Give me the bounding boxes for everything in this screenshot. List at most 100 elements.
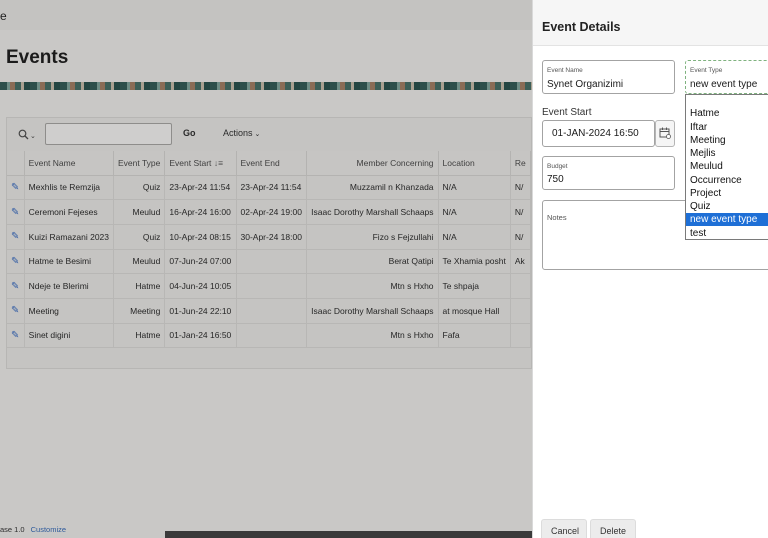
go-button[interactable]: Go bbox=[183, 128, 196, 138]
table-cell: Mtn s Hxho bbox=[306, 323, 439, 349]
column-header[interactable]: Event Name bbox=[24, 151, 115, 176]
table-cell: Quiz bbox=[113, 175, 166, 201]
table-cell bbox=[236, 298, 308, 324]
edit-icon: ✎ bbox=[11, 305, 20, 317]
table-cell: 30-Apr-24 18:00 bbox=[236, 224, 308, 250]
notes-label: Notes bbox=[547, 213, 567, 222]
app-header: e bbox=[0, 0, 532, 30]
table-cell bbox=[510, 273, 532, 299]
table-cell: Te Xhamia posht bbox=[438, 249, 511, 275]
table-cell: 23-Apr-24 11:54 bbox=[236, 175, 308, 201]
app-footer: ase 1.0 Customize bbox=[0, 525, 66, 534]
table-cell: N/ bbox=[510, 224, 532, 250]
column-header[interactable]: Member Concerning bbox=[306, 151, 439, 176]
table-cell: Meulud bbox=[113, 199, 166, 225]
sort-desc-icon: ↓≡ bbox=[213, 157, 224, 168]
column-header[interactable]: Location bbox=[438, 151, 511, 176]
table-cell: 01-Jun-24 22:10 bbox=[164, 298, 237, 324]
calendar-icon bbox=[659, 127, 671, 139]
column-header[interactable]: Event Type bbox=[113, 151, 166, 176]
event-start-input[interactable]: 01-JAN-2024 16:50 bbox=[542, 120, 655, 147]
table-cell: Isaac Dorothy Marshall Schaaps bbox=[306, 298, 439, 324]
table-cell: N/ bbox=[510, 199, 532, 225]
dropdown-option[interactable]: Occurrence bbox=[686, 174, 768, 187]
table-cell: Fizo s Fejzullahi bbox=[306, 224, 439, 250]
dropdown-option[interactable]: Mejlis bbox=[686, 147, 768, 160]
event-type-select[interactable]: Event Type new event type bbox=[685, 60, 768, 94]
event-type-label: Event Type bbox=[690, 67, 723, 74]
delete-button[interactable]: Delete bbox=[590, 519, 636, 538]
table-cell: N/A bbox=[438, 199, 511, 225]
edit-link[interactable]: ✎ bbox=[7, 273, 25, 299]
table-cell: Hatme bbox=[113, 273, 166, 299]
dropdown-option-selected[interactable]: new event type bbox=[686, 213, 768, 226]
dropdown-option[interactable]: Project bbox=[686, 187, 768, 200]
edit-link[interactable]: ✎ bbox=[7, 249, 25, 275]
dialog-title: Event Details bbox=[542, 20, 621, 34]
dropdown-option[interactable]: Meeting bbox=[686, 134, 768, 147]
table-cell bbox=[236, 249, 308, 275]
edit-icon: ✎ bbox=[11, 181, 20, 193]
budget-value: 750 bbox=[547, 174, 564, 185]
edit-link[interactable]: ✎ bbox=[7, 298, 25, 324]
dropdown-option[interactable]: Meulud bbox=[686, 160, 768, 173]
table-cell: Mtn s Hxho bbox=[306, 273, 439, 299]
report-toolbar: ⌄ Go Actions ⌄ bbox=[7, 118, 532, 150]
events-report: ⌄ Go Actions ⌄ Event Name Event Type Even… bbox=[6, 117, 532, 369]
table-row: ✎ Ceremoni Fejeses Meulud 16-Apr-24 16:0… bbox=[7, 199, 532, 225]
table-cell: Muzzamil n Khanzada bbox=[306, 175, 439, 201]
event-name-field[interactable]: Event Name Synet Organizimi bbox=[542, 60, 675, 94]
table-cell: Hatme te Besimi bbox=[24, 249, 115, 275]
event-details-dialog: Event Details Event Name Synet Organizim… bbox=[532, 0, 768, 538]
dropdown-option[interactable]: Quiz bbox=[686, 200, 768, 213]
table-cell: N/A bbox=[438, 175, 511, 201]
table-cell bbox=[236, 273, 308, 299]
dropdown-option[interactable]: test bbox=[686, 227, 768, 240]
table-cell: 01-Jan-24 16:50 bbox=[164, 323, 237, 349]
table-row: ✎ Ndeje te Blerimi Hatme 04-Jun-24 10:05… bbox=[7, 273, 532, 299]
column-header[interactable]: Re bbox=[510, 151, 532, 176]
table-cell: 07-Jun-24 07:00 bbox=[164, 249, 237, 275]
actions-menu-button[interactable]: Actions ⌄ bbox=[223, 128, 260, 138]
edit-link[interactable]: ✎ bbox=[7, 175, 25, 201]
table-cell: 23-Apr-24 11:54 bbox=[164, 175, 237, 201]
column-header[interactable]: Event End bbox=[236, 151, 308, 176]
table-cell: Meulud bbox=[113, 249, 166, 275]
chevron-down-icon: ⌄ bbox=[30, 133, 36, 140]
table-cell: Berat Qatipi bbox=[306, 249, 439, 275]
budget-label: Budget bbox=[547, 163, 568, 170]
search-column-menu[interactable]: ⌄ bbox=[18, 127, 36, 141]
table-cell: 02-Apr-24 19:00 bbox=[236, 199, 308, 225]
edit-icon: ✎ bbox=[11, 280, 20, 292]
version-label: ase 1.0 bbox=[0, 525, 25, 534]
budget-field[interactable]: Budget 750 bbox=[542, 156, 675, 190]
table-cell: Ceremoni Fejeses bbox=[24, 199, 115, 225]
search-input[interactable] bbox=[45, 123, 172, 145]
edit-link[interactable]: ✎ bbox=[7, 199, 25, 225]
table-row: ✎ Sinet digini Hatme 01-Jan-24 16:50 Mtn… bbox=[7, 323, 532, 349]
edit-link[interactable]: ✎ bbox=[7, 323, 25, 349]
cancel-button[interactable]: Cancel bbox=[541, 519, 587, 538]
column-header-sorted[interactable]: Event Start ↓≡ bbox=[164, 151, 237, 176]
dropdown-option[interactable]: Iftar bbox=[686, 121, 768, 134]
calendar-button[interactable] bbox=[655, 120, 675, 147]
event-name-value: Synet Organizimi bbox=[547, 79, 624, 90]
event-type-dropdown-list: Hatme Iftar Meeting Mejlis Meulud Occurr… bbox=[685, 94, 768, 240]
column-header-label: Event Start bbox=[169, 157, 212, 168]
event-type-value: new event type bbox=[690, 79, 758, 90]
edit-icon: ✎ bbox=[11, 231, 20, 243]
search-icon bbox=[18, 129, 29, 140]
actions-label: Actions bbox=[223, 128, 253, 138]
table-cell: Isaac Dorothy Marshall Schaaps bbox=[306, 199, 439, 225]
table-cell: N/A bbox=[438, 224, 511, 250]
table-cell: Te shpaja bbox=[438, 273, 511, 299]
table-cell bbox=[510, 323, 532, 349]
customize-link[interactable]: Customize bbox=[31, 525, 66, 534]
events-table: Event Name Event Type Event Start ↓≡ Eve… bbox=[7, 151, 532, 349]
table-cell: Hatme bbox=[113, 323, 166, 349]
edit-link[interactable]: ✎ bbox=[7, 224, 25, 250]
chevron-down-icon: ⌄ bbox=[254, 131, 261, 138]
table-cell: Meeting bbox=[113, 298, 166, 324]
dropdown-option[interactable]: Hatme bbox=[686, 107, 768, 120]
table-cell bbox=[236, 323, 308, 349]
